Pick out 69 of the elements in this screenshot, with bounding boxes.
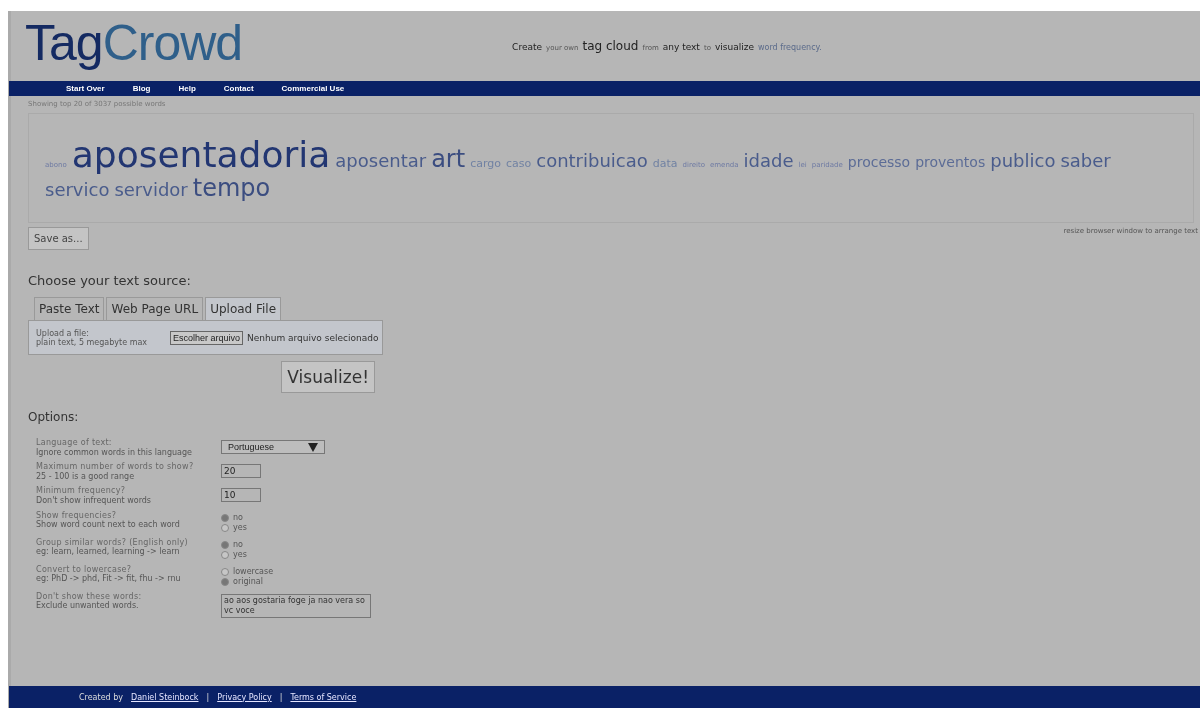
tagline-text: visualize <box>714 42 754 52</box>
option-label: Maximum number of words to show? <box>36 462 195 472</box>
nav-link[interactable]: Contact <box>223 84 254 93</box>
footer-separator: | <box>279 692 283 702</box>
choose-file-button[interactable]: Escolher arquivo <box>170 330 244 345</box>
section-heading: Options: <box>28 410 80 424</box>
tagline-text: any text <box>662 42 700 52</box>
save-button[interactable]: Save as... <box>28 227 89 250</box>
radio-button[interactable] <box>221 513 229 522</box>
footer-link[interactable]: Daniel Steinbock <box>131 692 199 702</box>
radio-label: yes <box>233 550 247 560</box>
radio-label: yes <box>233 523 247 533</box>
option-hint: eg: learn, learned, learning -> learn <box>36 547 181 557</box>
tag-word[interactable]: servidor <box>114 179 188 200</box>
language-dropdown[interactable]: Portuguese <box>221 440 325 454</box>
radio-label: no <box>233 513 243 523</box>
footer-separator: | <box>206 692 210 702</box>
section-heading: Choose your text source: <box>28 273 192 288</box>
footer-text: Created by <box>79 692 123 702</box>
tag-word[interactable]: servico <box>45 179 110 200</box>
option-hint: Show word count next to each word <box>36 520 181 530</box>
source-tab[interactable]: Paste Text <box>34 297 105 320</box>
radio-button[interactable] <box>221 523 229 532</box>
source-tab[interactable]: Upload File <box>205 297 282 320</box>
option-hint: Ignore common words in this language <box>36 447 193 458</box>
footer-link[interactable]: Terms of Service <box>290 692 357 702</box>
option-label: Minimum frequency? <box>36 486 127 496</box>
nav-link[interactable]: Blog <box>132 84 151 93</box>
tagline-text: tag cloud <box>582 39 639 53</box>
option-hint: Exclude unwanted words. <box>36 601 140 611</box>
tag-word[interactable]: aposentar <box>335 151 427 171</box>
input-field[interactable]: 20 <box>221 464 261 479</box>
tag-word[interactable]: saber <box>1060 151 1111 171</box>
radio-button[interactable] <box>221 550 229 559</box>
option-hint: 25 - 100 is a good range <box>36 471 136 482</box>
input-field[interactable]: 10 <box>221 488 261 503</box>
radio-label: lowercase <box>233 567 274 577</box>
caret-icon <box>308 442 318 452</box>
upload-label: Upload a file: <box>36 328 89 338</box>
tag-word[interactable]: aposentadoria <box>71 135 331 175</box>
tag-word[interactable]: contribuicao <box>536 151 648 171</box>
upload-hint: plain text, 5 megabyte max <box>36 337 149 347</box>
radio-button[interactable] <box>221 577 229 586</box>
radio-label: no <box>233 540 243 550</box>
tag-word[interactable]: publico <box>990 151 1056 171</box>
radio-button[interactable] <box>221 567 229 576</box>
nav-link[interactable]: Commercial Use <box>281 84 345 93</box>
option-label: Don't show these words: <box>36 591 143 601</box>
visualize-button[interactable]: Visualize! <box>281 361 375 393</box>
option-label: Language of text: <box>36 438 113 448</box>
tag-word[interactable]: idade <box>743 151 794 171</box>
option-hint: Don't show infrequent words <box>36 495 153 506</box>
option-label: Convert to lowercase? <box>36 564 133 574</box>
radio-label: original <box>233 577 263 587</box>
tag-word[interactable]: art <box>431 146 466 173</box>
nav-link[interactable]: Start Over <box>66 84 105 93</box>
tagline-text: word frequency. <box>757 43 822 52</box>
logo[interactable]: TagCrowd <box>25 18 243 74</box>
tagline-text: Create <box>512 42 542 52</box>
option-label: Group similar words? (English only) <box>36 537 189 548</box>
source-tab[interactable]: Web Page URL <box>106 297 204 320</box>
radio-button[interactable] <box>221 540 229 549</box>
tag-word[interactable]: tempo <box>192 174 271 201</box>
footer-link[interactable]: Privacy Policy <box>217 692 272 702</box>
file-status: Nenhum arquivo selecionado <box>247 332 379 343</box>
text-area[interactable]: ao aos gostaria foge ja nao vera so vc voce <box>221 593 371 618</box>
option-label: Show frequencies? <box>36 510 117 521</box>
option-hint: eg: PhD -> phd, Fit -> fit, fhu -> rnu <box>36 574 182 584</box>
nav-link[interactable]: Help <box>178 84 196 93</box>
